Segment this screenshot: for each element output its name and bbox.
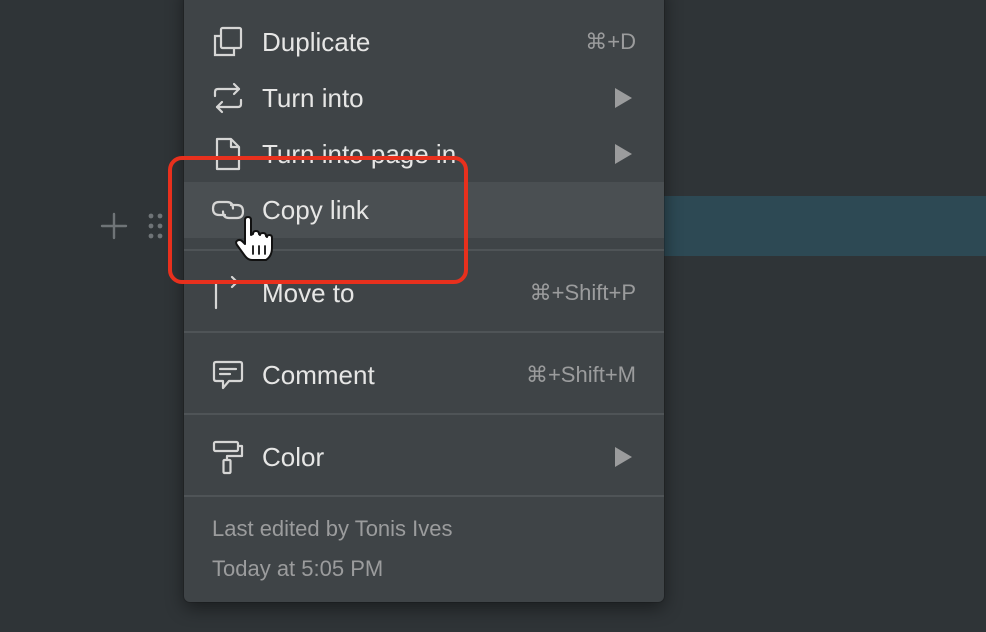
menu-item-turn-into[interactable]: Turn into [184, 70, 664, 126]
drag-dots-icon [148, 213, 163, 239]
plus-icon [100, 212, 128, 240]
last-edited-text: Last edited by Tonis Ives [212, 516, 453, 541]
page-canvas: Duplicate ⌘+D Turn into Turn into page i… [0, 0, 986, 632]
link-icon [210, 192, 246, 228]
submenu-arrow-icon [612, 142, 634, 166]
paint-roller-icon [210, 439, 246, 475]
menu-item-label: Move to [262, 277, 355, 308]
menu-item-label: Color [262, 441, 325, 472]
menu-item-label: Copy link [262, 194, 369, 225]
submenu-arrow-icon [612, 445, 634, 469]
page-icon [210, 136, 246, 172]
menu-item-shortcut: ⌘+D [585, 29, 636, 54]
menu-item-copy-link[interactable]: Copy link [184, 182, 664, 238]
menu-item-label: Turn into [262, 82, 364, 113]
menu-divider [184, 331, 664, 333]
menu-item-duplicate[interactable]: Duplicate ⌘+D [184, 14, 664, 70]
menu-item-move-to[interactable]: Move to ⌘+Shift+P [184, 265, 664, 321]
menu-item-label: Comment [262, 359, 375, 390]
block-context-menu: Duplicate ⌘+D Turn into Turn into page i… [184, 0, 664, 602]
menu-divider [184, 495, 664, 497]
comment-icon [210, 357, 246, 393]
menu-item-label: Turn into page in [262, 138, 457, 169]
menu-item-comment[interactable]: Comment ⌘+Shift+M [184, 347, 664, 403]
partial-item-icon [214, 0, 244, 4]
menu-divider [184, 413, 664, 415]
menu-item-shortcut: ⌘+Shift+P [529, 280, 636, 305]
drag-handle[interactable] [140, 206, 170, 246]
add-block-button[interactable] [96, 206, 132, 246]
menu-item-label: Duplicate [262, 26, 371, 57]
move-to-icon [210, 275, 246, 311]
duplicate-icon [210, 24, 246, 60]
menu-item-color[interactable]: Color [184, 429, 664, 485]
menu-item-shortcut: ⌘+Shift+M [525, 362, 636, 387]
last-edited-timestamp: Today at 5:05 PM [212, 556, 384, 581]
menu-item-turn-into-page-in[interactable]: Turn into page in [184, 126, 664, 182]
menu-divider [184, 249, 664, 251]
submenu-arrow-icon [612, 86, 634, 110]
turn-into-icon [210, 80, 246, 116]
